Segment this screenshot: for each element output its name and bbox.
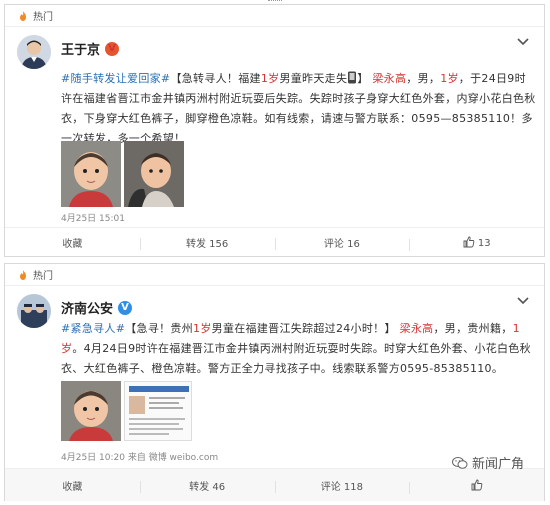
action-bar: 收藏 转发 46 评论 118 — [5, 468, 544, 501]
like-button[interactable]: 13 — [409, 236, 544, 251]
repost-button[interactable]: 转发 156 — [139, 235, 275, 250]
post-text-part: 【急转寻人！福建 — [170, 72, 261, 85]
hot-label-row: 热门 — [5, 5, 544, 27]
post-text-highlight: 1岁 — [193, 322, 212, 335]
post-text-highlight: 1岁 — [440, 72, 459, 85]
post-text-part: 【急寻！贵州 — [125, 322, 194, 335]
comment-button[interactable]: 评论 16 — [274, 235, 410, 250]
post-text: #紧急寻人#【急寻！贵州1岁男童在福建晋江失踪超过24小时！】 梁永高，男，贵州… — [61, 319, 537, 379]
comment-button[interactable]: 评论 118 — [274, 478, 410, 493]
post-text-part: 男童在福建晋江失踪超过24小时！】 — [211, 322, 396, 335]
hot-label: 热门 — [33, 271, 53, 282]
child-photo-1[interactable] — [61, 141, 121, 207]
chevron-down-icon[interactable] — [516, 37, 530, 47]
repost-button[interactable]: 转发 46 — [139, 478, 275, 493]
post-text-highlight: 梁永高 — [399, 322, 434, 335]
phone-emoji-icon — [348, 71, 357, 84]
hashtag-link[interactable]: #紧急寻人# — [61, 322, 125, 335]
post-text-highlight: 1岁 — [260, 72, 280, 85]
wechat-logo-icon — [451, 456, 468, 469]
verified-badge-icon: V — [105, 41, 120, 56]
chevron-down-icon[interactable] — [516, 296, 530, 306]
thumbs-up-icon — [463, 236, 474, 248]
missing-notice-document[interactable] — [124, 381, 192, 441]
avatar[interactable] — [17, 294, 51, 328]
like-button[interactable] — [409, 479, 544, 494]
watermark-text: 新闻广角 — [471, 457, 524, 472]
flame-icon — [20, 269, 26, 280]
weibo-post-2: 热门 济南公安 V #紧急寻人#【急寻！贵州1岁男童在福建晋江失踪超过24小时！… — [4, 263, 545, 501]
child-photo[interactable] — [61, 381, 121, 441]
hot-label: 热门 — [33, 12, 53, 23]
favorite-button[interactable]: 收藏 — [5, 235, 140, 250]
hashtag-link[interactable]: #随手转发让爱回家# — [61, 72, 170, 85]
hot-label-row: 热门 — [5, 264, 544, 286]
news-watermark: 新闻广角 — [451, 453, 524, 472]
photo-row — [61, 381, 192, 441]
photo-row — [61, 141, 184, 207]
thumbs-up-icon — [471, 479, 482, 490]
post-text-part: 】 — [357, 72, 369, 85]
action-bar: 收藏 转发 156 评论 16 13 — [5, 227, 544, 257]
weibo-post-1: 热门 王于京 V #随手转发让爱回家#【急转寻人！福建1岁男童昨天走失】 梁永高… — [4, 4, 545, 257]
post-text-highlight: 梁永高 — [372, 72, 407, 85]
post-text-part: ，男，贵州籍， — [433, 322, 513, 335]
post-text-part: 男童昨天走失 — [279, 72, 348, 85]
post-text: #随手转发让爱回家#【急转寻人！福建1岁男童昨天走失】 梁永高，男，1岁，于24… — [61, 69, 537, 149]
like-count: 13 — [477, 238, 491, 249]
post-timestamp[interactable]: 4月25日 10:20 来自 微博 weibo.com — [61, 450, 218, 463]
page-top-mark — [268, 0, 282, 3]
username[interactable]: 王于京 — [61, 39, 100, 58]
favorite-button[interactable]: 收藏 — [5, 478, 140, 493]
verified-badge-icon: V — [118, 300, 133, 315]
post-timestamp[interactable]: 4月25日 15:01 — [61, 211, 125, 224]
username[interactable]: 济南公安 — [61, 298, 113, 317]
avatar[interactable] — [17, 35, 51, 69]
flame-icon — [20, 10, 26, 21]
post-text-part: 。4月24日9时许在福建晋江市金井镇丙洲村附近玩耍时失踪。时穿大红色外套、小花白… — [61, 342, 531, 375]
child-photo-2[interactable] — [124, 141, 184, 207]
post-text-part: ，男， — [406, 72, 441, 85]
